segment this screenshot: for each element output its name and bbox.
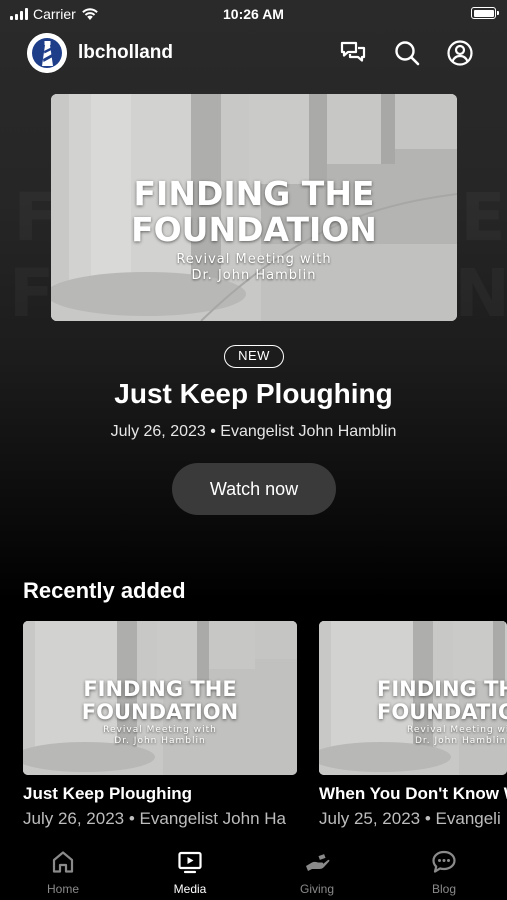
home-icon xyxy=(52,851,74,873)
hero-thumbnail[interactable]: FINDING THE FOUNDATION Revival Meeting w… xyxy=(51,94,457,321)
tab-blog[interactable]: Blog xyxy=(381,836,507,900)
thumbnail-title-line1: FINDING TH xyxy=(377,677,507,701)
media-card-meta: July 26, 2023 • Evangelist John Ha xyxy=(23,809,287,828)
thumbnail-title-line1: FINDING THE xyxy=(133,174,375,213)
tv-icon xyxy=(178,851,202,874)
app-header: lbcholland xyxy=(0,30,507,76)
messages-button[interactable] xyxy=(338,38,368,68)
thumbnail-title-line1: FINDING THE xyxy=(83,677,237,701)
tab-media-label: Media xyxy=(173,882,207,896)
church-logo[interactable] xyxy=(27,33,67,73)
media-screen: FINDING THEFOUNDATION Carrier 10:26 AM xyxy=(0,0,507,900)
thumbnail-subtitle-line1: Revival Meeting with xyxy=(176,252,332,267)
thumbnail-subtitle-line2: Dr. John Hamblin xyxy=(415,736,507,746)
tab-giving[interactable]: Giving xyxy=(254,836,380,900)
search-icon xyxy=(395,41,420,66)
media-card-title[interactable]: When You Don't Know W xyxy=(319,784,507,804)
tab-giving-label: Giving xyxy=(299,882,334,896)
tab-blog-label: Blog xyxy=(431,882,457,896)
status-time: 10:26 AM xyxy=(223,6,284,22)
media-card-thumbnail[interactable]: FINDING TH FOUNDATIO Revival Meeting wit… xyxy=(319,621,507,775)
thumbnail-title-line2: FOUNDATION xyxy=(131,210,377,249)
status-bar: Carrier 10:26 AM xyxy=(0,0,507,30)
brand-name: lbcholland xyxy=(78,42,173,63)
thumbnail-subtitle-line1: Revival Meeting with xyxy=(103,725,217,735)
profile-button[interactable] xyxy=(445,38,475,68)
chat-bubble-icon xyxy=(432,850,456,873)
thumbnail-subtitle-line1: Revival Meeting with xyxy=(407,725,507,735)
thumbnail-subtitle-line2: Dr. John Hamblin xyxy=(191,268,317,283)
thumbnail-subtitle-line2: Dr. John Hamblin xyxy=(114,736,206,746)
media-card-thumbnail[interactable]: FINDING THE FOUNDATION Revival Meeting w… xyxy=(23,621,297,775)
section-title-recently-added: Recently added xyxy=(23,578,186,603)
tab-home-label: Home xyxy=(46,882,79,896)
media-card-title[interactable]: Just Keep Ploughing xyxy=(23,784,192,804)
media-card-meta: July 25, 2023 • Evangeli xyxy=(319,809,501,828)
battery-icon xyxy=(471,7,499,19)
lighthouse-logo-icon xyxy=(27,33,67,73)
messages-icon xyxy=(340,41,366,62)
thumbnail-title-line2: FOUNDATION xyxy=(81,700,239,724)
search-button[interactable] xyxy=(392,38,422,68)
giving-hand-icon xyxy=(306,854,330,871)
hero-meta: July 26, 2023 • Evangelist John Hamblin xyxy=(110,423,397,440)
thumbnail-title-line2: FOUNDATIO xyxy=(377,700,507,724)
tab-media[interactable]: Media xyxy=(127,836,253,900)
watch-now-button[interactable]: Watch now xyxy=(172,463,336,515)
new-badge: NEW xyxy=(224,345,284,368)
hero-title[interactable]: Just Keep Ploughing xyxy=(0,378,507,410)
tab-bar: Home Media Giving Blog xyxy=(0,836,507,900)
profile-icon xyxy=(447,40,473,66)
tab-home[interactable]: Home xyxy=(0,836,126,900)
